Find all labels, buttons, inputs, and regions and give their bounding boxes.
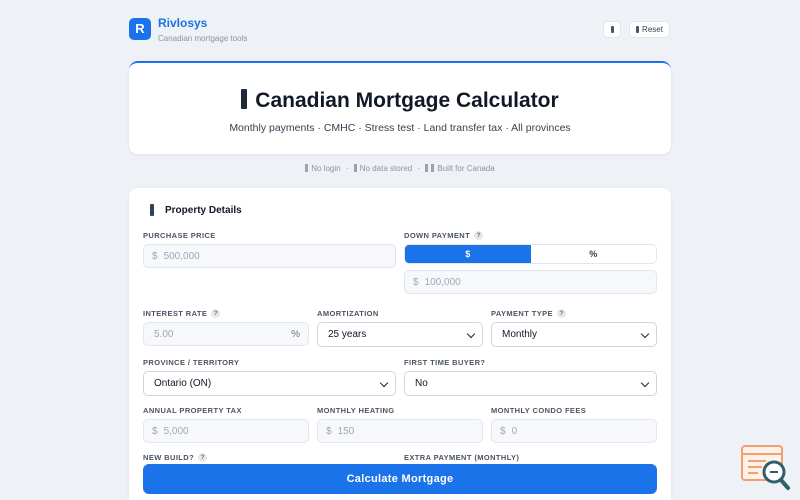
condo-fees-label-text: MONTHLY CONDO FEES — [491, 406, 587, 415]
property-tax-label-text: ANNUAL PROPERTY TAX — [143, 406, 242, 415]
first-time-buyer-label: FIRST TIME BUYER? — [404, 358, 485, 367]
chevron-down-icon — [640, 378, 650, 388]
new-build-label-text: NEW BUILD? — [143, 453, 195, 462]
reset-label: Reset — [642, 25, 663, 34]
flag-icon-2 — [431, 164, 435, 172]
currency-prefix: $ — [413, 276, 419, 288]
currency-prefix: $ — [152, 250, 158, 262]
reset-button[interactable]: Reset — [629, 21, 670, 38]
help-icon[interactable]: ? — [198, 453, 208, 462]
calculate-mortgage-button[interactable]: Calculate Mortgage — [143, 464, 657, 494]
extra-payment-label-text: EXTRA PAYMENT (MONTHLY) — [404, 453, 520, 462]
help-icon[interactable]: ? — [474, 231, 484, 240]
down-payment-label: DOWN PAYMENT ? — [404, 231, 484, 240]
brand-logo[interactable]: R — [129, 18, 151, 40]
heating-placeholder: 150 — [337, 425, 355, 437]
currency-prefix: $ — [152, 425, 158, 437]
app-header: R Rivlosys Canadian mortgage tools Reset — [0, 0, 800, 56]
property-details-card: Property Details PURCHASE PRICE $ 500,00… — [129, 188, 671, 500]
page-subtitle: Monthly payments · CMHC · Stress test · … — [229, 122, 571, 134]
help-icon[interactable]: ? — [211, 309, 221, 318]
trust-item-no-login: No login — [311, 164, 341, 173]
help-widget-icon[interactable] — [740, 444, 792, 492]
interest-rate-placeholder: 5.00 — [154, 328, 174, 340]
extra-payment-label: EXTRA PAYMENT (MONTHLY) — [404, 453, 519, 462]
search-document-icon — [741, 445, 790, 490]
down-payment-placeholder: 100,000 — [424, 276, 461, 288]
amortization-value: 25 years — [328, 329, 367, 340]
page-title: Canadian Mortgage Calculator — [129, 89, 671, 113]
lock-icon — [305, 164, 309, 172]
down-payment-mode-toggle: $ % — [404, 244, 657, 264]
purchase-price-placeholder: 500,000 — [163, 250, 200, 262]
new-build-label: NEW BUILD? ? — [143, 453, 208, 462]
condo-fees-label: MONTHLY CONDO FEES — [491, 406, 586, 415]
down-payment-input[interactable]: $ 100,000 — [404, 270, 657, 294]
heating-label: MONTHLY HEATING — [317, 406, 395, 415]
condo-fees-placeholder: 0 — [511, 425, 518, 437]
interest-rate-input[interactable]: 5.00 % — [143, 322, 309, 346]
province-value: Ontario (ON) — [154, 378, 212, 389]
province-label-text: PROVINCE / TERRITORY — [143, 358, 240, 367]
currency-prefix: $ — [500, 425, 506, 437]
interest-rate-label: INTEREST RATE ? — [143, 309, 221, 318]
brand-name[interactable]: Rivlosys — [158, 16, 207, 30]
flag-icon — [425, 164, 429, 172]
chevron-down-icon — [379, 378, 389, 388]
property-tax-label: ANNUAL PROPERTY TAX — [143, 406, 242, 415]
province-select[interactable]: Ontario (ON) — [143, 371, 396, 396]
amortization-select[interactable]: 25 years — [317, 322, 483, 347]
page-title-text: Canadian Mortgage Calculator — [255, 89, 559, 112]
chevron-down-icon — [466, 329, 476, 339]
help-icon[interactable]: ? — [556, 309, 566, 318]
down-payment-dollar-tab[interactable]: $ — [405, 245, 531, 263]
heating-input[interactable]: $ 150 — [317, 419, 483, 443]
canada-flag-icon — [241, 89, 248, 109]
trust-item-no-data: No data stored — [359, 164, 413, 173]
down-payment-label-text: DOWN PAYMENT — [404, 231, 471, 240]
theme-icon — [610, 26, 614, 33]
trust-item-canada: Built for Canada — [437, 164, 495, 173]
payment-type-label: PAYMENT TYPE ? — [491, 309, 566, 318]
payment-type-select[interactable]: Monthly — [491, 322, 657, 347]
amortization-label-text: AMORTIZATION — [317, 309, 379, 318]
trust-badges: No login · No data stored · Built for Ca… — [0, 164, 800, 173]
hero-card: Canadian Mortgage Calculator Monthly pay… — [129, 61, 671, 154]
currency-prefix: $ — [326, 425, 332, 437]
first-time-buyer-select[interactable]: No — [404, 371, 657, 396]
heating-label-text: MONTHLY HEATING — [317, 406, 395, 415]
purchase-price-input[interactable]: $ 500,000 — [143, 244, 396, 268]
house-icon — [150, 204, 154, 216]
property-tax-input[interactable]: $ 5,000 — [143, 419, 309, 443]
property-tax-placeholder: 5,000 — [163, 425, 189, 437]
first-time-buyer-value: No — [415, 378, 428, 389]
province-label: PROVINCE / TERRITORY — [143, 358, 239, 367]
amortization-label: AMORTIZATION — [317, 309, 379, 318]
reset-icon — [636, 26, 640, 33]
condo-fees-input[interactable]: $ 0 — [491, 419, 657, 443]
chevron-down-icon — [640, 329, 650, 339]
first-time-buyer-label-text: FIRST TIME BUYER? — [404, 358, 486, 367]
purchase-price-label: PURCHASE PRICE — [143, 231, 216, 240]
section-title: Property Details — [165, 205, 242, 216]
down-payment-percent-tab[interactable]: % — [530, 245, 656, 263]
purchase-price-label-text: PURCHASE PRICE — [143, 231, 216, 240]
percent-suffix: % — [291, 328, 300, 340]
payment-type-value: Monthly — [502, 329, 538, 340]
payment-type-label-text: PAYMENT TYPE — [491, 309, 553, 318]
theme-toggle-button[interactable] — [603, 21, 621, 38]
brand-tagline: Canadian mortgage tools — [158, 34, 248, 43]
shield-icon — [353, 164, 357, 172]
interest-rate-label-text: INTEREST RATE — [143, 309, 208, 318]
